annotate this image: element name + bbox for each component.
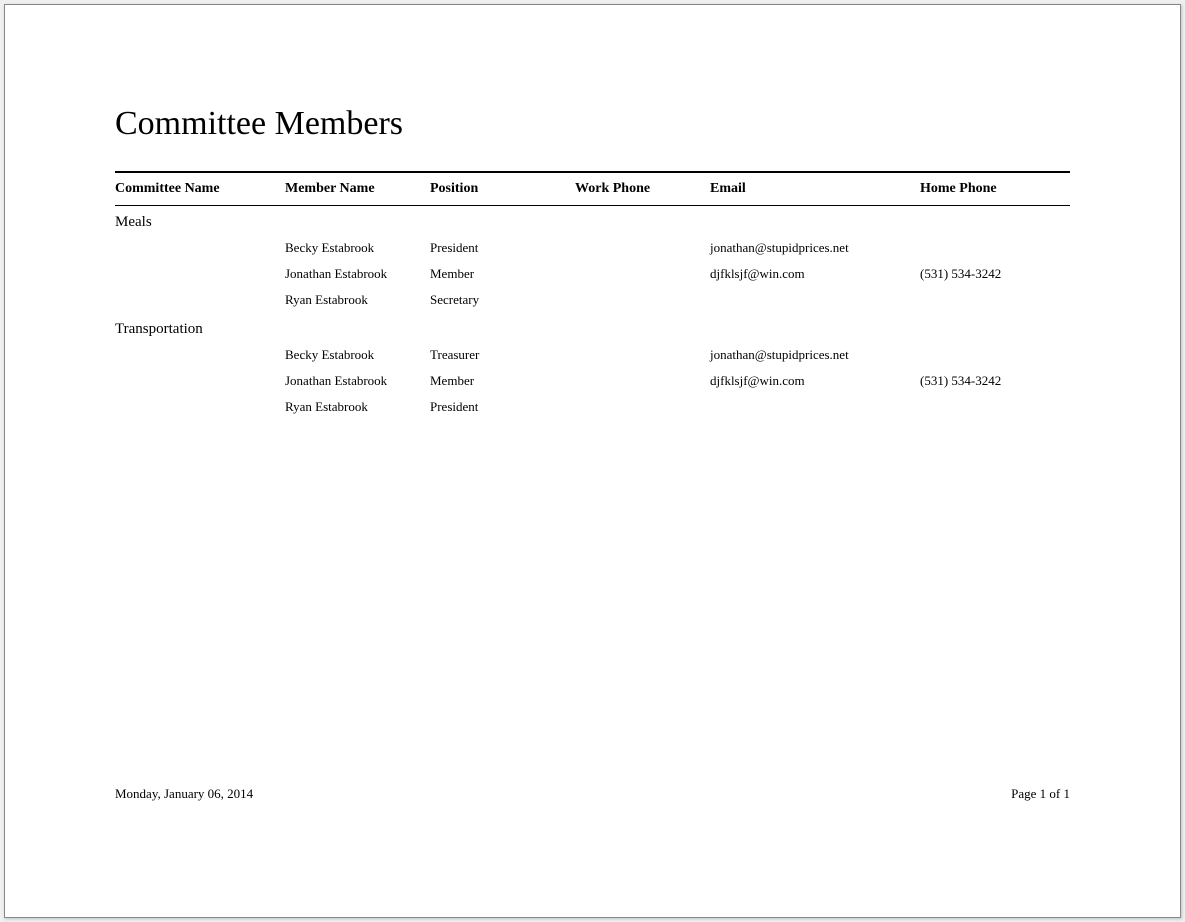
- cell-member: Jonathan Estabrook: [285, 266, 430, 282]
- footer-date: Monday, January 06, 2014: [115, 786, 253, 802]
- report-title: Committee Members: [115, 105, 1070, 143]
- table-row: Becky EstabrookTreasurer jonathan@stupidp…: [115, 342, 1070, 368]
- header-position: Position: [430, 181, 575, 197]
- cell-committee: [115, 240, 285, 256]
- cell-member: Jonathan Estabrook: [285, 373, 430, 389]
- table-row: Ryan EstabrookPresident: [115, 394, 1070, 420]
- report-footer: Monday, January 06, 2014 Page 1 of 1: [115, 786, 1070, 802]
- header-email: Email: [710, 181, 920, 197]
- cell-email: jonathan@stupidprices.net: [710, 347, 920, 363]
- cell-work-phone: [575, 292, 710, 308]
- header-member: Member Name: [285, 181, 430, 197]
- cell-work-phone: [575, 399, 710, 415]
- cell-committee: [115, 347, 285, 363]
- group-committee-name: Transportation: [115, 321, 285, 338]
- cell-home-phone: [920, 240, 1070, 256]
- cell-email: djfklsjf@win.com: [710, 266, 920, 282]
- cell-work-phone: [575, 240, 710, 256]
- cell-work-phone: [575, 373, 710, 389]
- table-row: Ryan EstabrookSecretary: [115, 287, 1070, 313]
- report-page: Committee Members Committee Name Member …: [4, 4, 1181, 918]
- footer-page: Page 1 of 1: [1011, 786, 1070, 802]
- cell-position: Treasurer: [430, 347, 575, 363]
- cell-position: President: [430, 240, 575, 256]
- group-committee-name: Meals: [115, 214, 285, 231]
- cell-email: [710, 399, 920, 415]
- cell-home-phone: (531) 534-3242: [920, 373, 1070, 389]
- cell-email: [710, 292, 920, 308]
- cell-work-phone: [575, 347, 710, 363]
- cell-home-phone: [920, 347, 1070, 363]
- cell-member: Ryan Estabrook: [285, 399, 430, 415]
- cell-committee: [115, 373, 285, 389]
- cell-committee: [115, 292, 285, 308]
- cell-home-phone: [920, 399, 1070, 415]
- cell-position: Secretary: [430, 292, 575, 308]
- table-row: Becky EstabrookPresident jonathan@stupidp…: [115, 235, 1070, 261]
- cell-committee: [115, 266, 285, 282]
- cell-home-phone: [920, 292, 1070, 308]
- group-row: Meals: [115, 206, 1070, 235]
- header-committee: Committee Name: [115, 181, 285, 197]
- cell-member: Ryan Estabrook: [285, 292, 430, 308]
- cell-committee: [115, 399, 285, 415]
- cell-home-phone: (531) 534-3242: [920, 266, 1070, 282]
- cell-work-phone: [575, 266, 710, 282]
- cell-position: Member: [430, 373, 575, 389]
- cell-member: Becky Estabrook: [285, 347, 430, 363]
- header-work-phone: Work Phone: [575, 181, 710, 197]
- cell-email: djfklsjf@win.com: [710, 373, 920, 389]
- cell-position: President: [430, 399, 575, 415]
- column-header-row: Committee Name Member Name Position Work…: [115, 171, 1070, 206]
- cell-position: Member: [430, 266, 575, 282]
- report-body: MealsBecky EstabrookPresidentjonathan@st…: [115, 206, 1070, 420]
- group-row: Transportation: [115, 313, 1070, 342]
- cell-email: jonathan@stupidprices.net: [710, 240, 920, 256]
- table-row: Jonathan EstabrookMember djfklsjf@win.com…: [115, 261, 1070, 287]
- table-row: Jonathan EstabrookMember djfklsjf@win.com…: [115, 368, 1070, 394]
- header-home-phone: Home Phone: [920, 181, 1070, 197]
- cell-member: Becky Estabrook: [285, 240, 430, 256]
